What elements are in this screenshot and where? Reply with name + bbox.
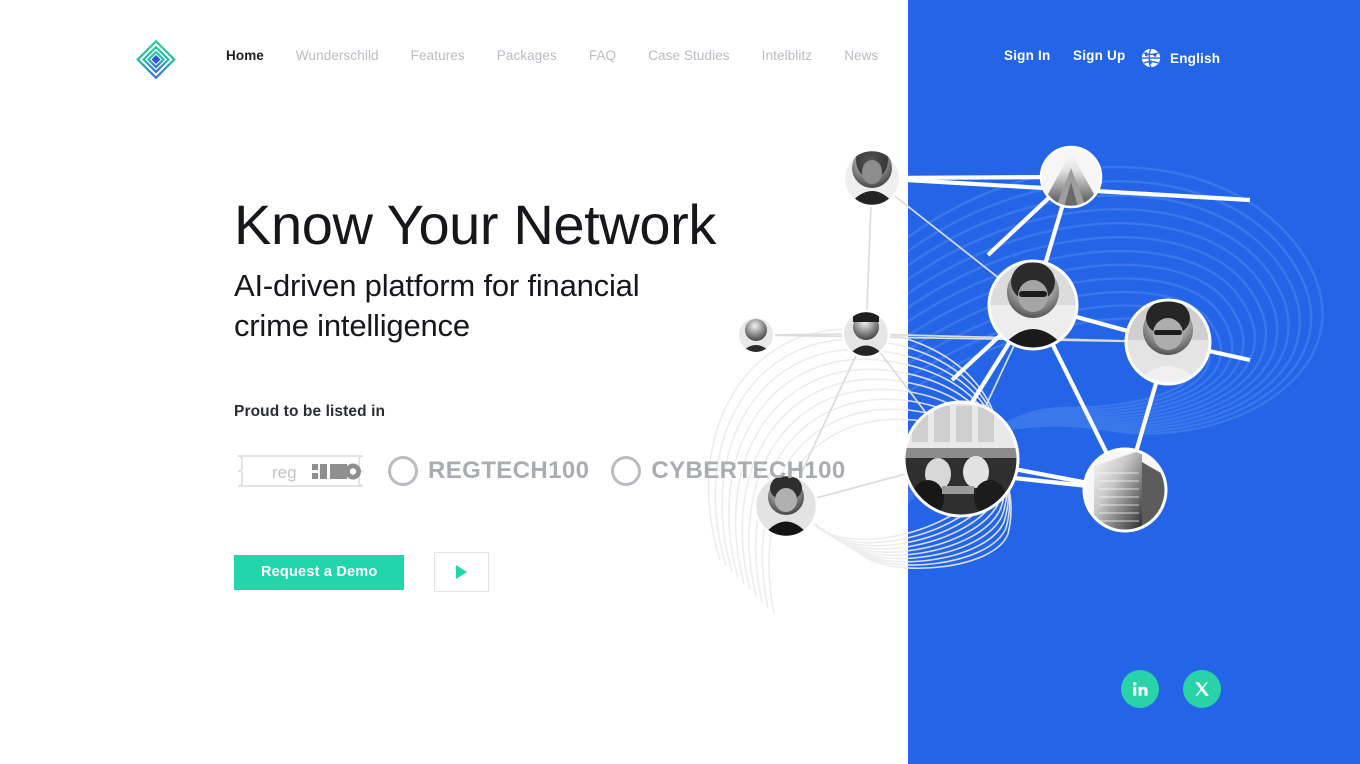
- nav-item-home[interactable]: Home: [210, 48, 280, 63]
- sign-in-link[interactable]: Sign In: [1004, 48, 1050, 63]
- ring-icon: [611, 456, 642, 486]
- site-header: Home Wunderschild Features Packages FAQ …: [0, 0, 1360, 116]
- nav-item-case-studies[interactable]: Case Studies: [632, 48, 746, 63]
- linkedin-button[interactable]: [1121, 670, 1159, 708]
- hero-copy: Know Your Network AI-driven platform for…: [234, 193, 854, 346]
- page-title: Know Your Network: [234, 193, 716, 256]
- page-subtitle: AI-driven platform for financial crime i…: [234, 268, 640, 343]
- award-reg100[interactable]: reg: [234, 452, 388, 490]
- sign-up-link[interactable]: Sign Up: [1073, 48, 1125, 63]
- award-regtech100[interactable]: REGTECH100: [388, 456, 589, 486]
- award-regtech100-label: REGTECH100: [428, 457, 590, 484]
- linkedin-icon: [1132, 681, 1148, 696]
- reg100-logo-icon: reg: [237, 455, 364, 487]
- nav-item-packages[interactable]: Packages: [481, 48, 573, 63]
- auth-actions: Sign In Sign Up English: [908, 48, 1360, 72]
- nav-item-features[interactable]: Features: [395, 48, 481, 63]
- language-label: English: [1170, 50, 1221, 66]
- award-cybertech100[interactable]: CYBERTECH100: [611, 456, 845, 486]
- landing-page: Home Wunderschild Features Packages FAQ …: [0, 0, 1360, 764]
- x-twitter-icon: [1195, 682, 1209, 696]
- brand-logo[interactable]: [133, 33, 179, 86]
- award-logos: reg REGTECH100 CYBERTECH100: [234, 452, 868, 490]
- nav-item-news[interactable]: News: [828, 48, 894, 63]
- play-video-button[interactable]: [434, 552, 490, 592]
- diamond-logo-icon: [136, 39, 176, 80]
- social-links: [1121, 670, 1221, 708]
- globe-icon: [1141, 48, 1161, 68]
- nav-item-intelblitz[interactable]: Intelblitz: [746, 48, 829, 63]
- ring-icon: [388, 456, 418, 486]
- nav-item-wunderschild[interactable]: Wunderschild: [280, 48, 395, 63]
- svg-text:reg: reg: [272, 463, 297, 482]
- award-cybertech100-label: CYBERTECH100: [651, 457, 846, 484]
- play-icon: [456, 565, 468, 579]
- hero-cta-row: Request a Demo: [234, 552, 490, 592]
- main-navigation: Home Wunderschild Features Packages FAQ …: [210, 48, 894, 63]
- request-demo-button[interactable]: Request a Demo: [234, 554, 405, 590]
- language-selector[interactable]: English: [1140, 47, 1220, 69]
- nav-item-faq[interactable]: FAQ: [573, 48, 632, 63]
- proud-listed-label: Proud to be listed in: [234, 403, 386, 420]
- x-twitter-button[interactable]: [1183, 670, 1221, 708]
